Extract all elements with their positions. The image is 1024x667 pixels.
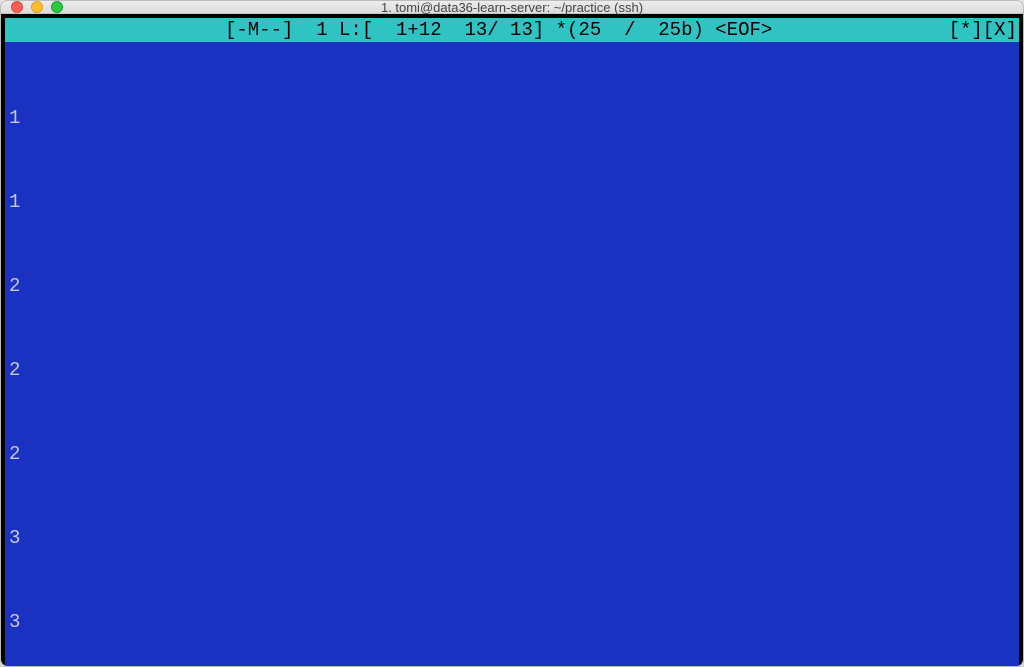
editor-line: 3 xyxy=(9,524,1015,552)
editor-line: 3 xyxy=(9,608,1015,636)
titlebar: 1. tomi@data36-learn-server: ~/practice … xyxy=(1,1,1023,14)
terminal-window: 1. tomi@data36-learn-server: ~/practice … xyxy=(0,0,1024,667)
minimize-icon[interactable] xyxy=(31,1,43,13)
traffic-lights xyxy=(11,1,63,13)
editor-line: 2 xyxy=(9,356,1015,384)
status-left: [-M--] 1 L:[ 1+12 13/ 13] *(25 / 25b) <E… xyxy=(5,18,949,42)
status-right: [*][X] xyxy=(949,18,1019,42)
terminal-body[interactable]: [-M--] 1 L:[ 1+12 13/ 13] *(25 / 25b) <E… xyxy=(1,14,1023,667)
window-title: 1. tomi@data36-learn-server: ~/practice … xyxy=(1,0,1023,15)
editor-status-bar: [-M--] 1 L:[ 1+12 13/ 13] *(25 / 25b) <E… xyxy=(5,18,1019,42)
editor-line: 1 xyxy=(9,104,1015,132)
editor-line: 2 xyxy=(9,272,1015,300)
maximize-icon[interactable] xyxy=(51,1,63,13)
editor-content-area[interactable]: 1 1 2 2 2 3 3 3 2 2 2 1 1 xyxy=(5,42,1019,667)
editor-line: 1 xyxy=(9,188,1015,216)
editor-line: 2 xyxy=(9,440,1015,468)
close-icon[interactable] xyxy=(11,1,23,13)
